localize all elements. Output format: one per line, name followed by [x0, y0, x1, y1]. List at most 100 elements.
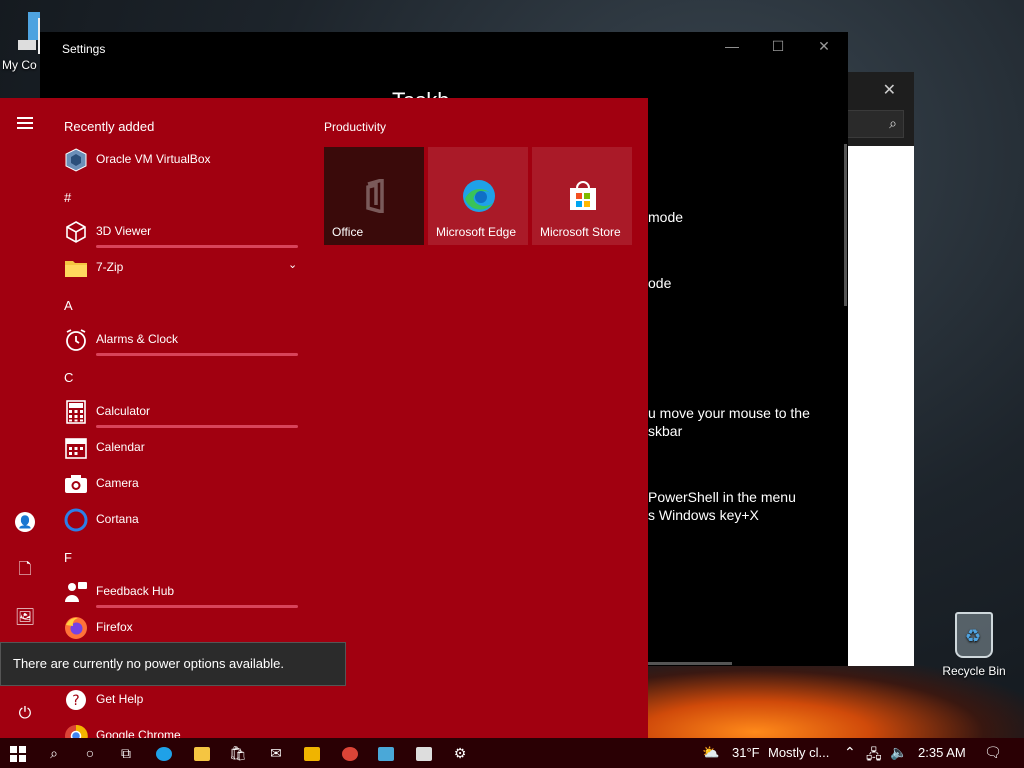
recycle-bin-icon: ♻: [955, 612, 993, 658]
tile-microsoft-store[interactable]: Microsoft Store: [532, 147, 632, 245]
cortana-circle-icon: ○: [85, 745, 95, 761]
maximize-button[interactable]: ☐: [758, 38, 798, 55]
chrome-icon: [342, 747, 358, 762]
taskbar-edge[interactable]: [146, 741, 182, 765]
taskbar-file-explorer[interactable]: [184, 741, 220, 765]
tile-group-heading[interactable]: Productivity: [324, 120, 386, 134]
taskbar-store[interactable]: 🛍: [220, 741, 256, 765]
taskbar-chrome[interactable]: [332, 741, 368, 765]
calculator-icon: [66, 400, 86, 424]
power-options-tooltip: There are currently no power options ava…: [0, 642, 346, 686]
close-icon[interactable]: ✕: [883, 80, 896, 100]
horizontal-scrollbar[interactable]: [648, 662, 732, 665]
cortana-button[interactable]: ○: [72, 741, 108, 765]
app-item-7-zip[interactable]: 7-Zip ⌄: [62, 250, 302, 286]
gear-icon: ⚙: [453, 745, 467, 761]
taskbar-settings[interactable]: ⚙: [442, 741, 478, 765]
app-item-calculator[interactable]: Calculator: [62, 394, 302, 430]
volume-icon[interactable]: 🔈: [890, 744, 907, 761]
section-letter[interactable]: F: [64, 550, 72, 565]
minimize-button[interactable]: —: [712, 38, 752, 54]
settings-text: u move your mouse to the skbar: [648, 405, 810, 439]
media-player-icon: [304, 747, 320, 762]
mail-icon: ✉: [270, 745, 282, 761]
new-app-indicator: [96, 245, 298, 248]
settings-text: PowerShell in the menu s Windows key+X: [648, 489, 796, 523]
calendar-icon: [65, 438, 87, 459]
clock[interactable]: 2:35 AM: [918, 745, 966, 760]
search-box[interactable]: ⌕: [840, 110, 904, 138]
help-icon: ?: [66, 690, 86, 710]
app-item-oracle-vm-virtualbox[interactable]: Oracle VM VirtualBox: [62, 142, 302, 178]
app-item-cortana[interactable]: Cortana: [62, 502, 302, 538]
window-icon: [416, 747, 432, 762]
app-item-firefox[interactable]: Firefox: [62, 610, 302, 646]
app-item-feedback-hub[interactable]: Feedback Hub: [62, 574, 302, 610]
recently-added-heading: Recently added: [64, 119, 155, 134]
taskbar-media-player[interactable]: [294, 741, 330, 765]
power-icon[interactable]: ⏻: [13, 702, 37, 726]
windows-logo-icon: [10, 746, 26, 763]
taskbar-mail[interactable]: ✉: [258, 741, 294, 765]
folder-icon: [65, 261, 87, 277]
window-title: Settings: [62, 42, 106, 56]
task-view-button[interactable]: ⧉: [108, 741, 144, 765]
weather-description[interactable]: Mostly cl...: [768, 745, 829, 760]
desktop-icon-label: My Co: [2, 58, 37, 72]
control-panel-icon: [378, 747, 394, 762]
search-button[interactable]: ⌕: [36, 741, 72, 765]
network-icon[interactable]: 🖧: [866, 744, 882, 768]
app-item-calendar[interactable]: Calendar: [62, 430, 302, 466]
office-icon: [366, 179, 384, 213]
app-item-google-chrome[interactable]: Google Chrome: [62, 718, 302, 738]
settings-text: ode: [648, 275, 672, 291]
settings-text: mode: [648, 209, 684, 225]
new-app-indicator: [96, 353, 298, 356]
chrome-icon: [65, 724, 88, 738]
section-letter[interactable]: #: [64, 190, 71, 205]
cortana-icon: [64, 508, 88, 532]
vertical-scrollbar[interactable]: [844, 144, 847, 306]
documents-icon[interactable]: 🗋: [13, 558, 37, 582]
cube-icon: [66, 221, 86, 243]
task-view-icon: ⧉: [121, 745, 131, 761]
computer-icon: [18, 12, 60, 54]
start-button[interactable]: [0, 741, 36, 765]
app-item-camera[interactable]: Camera: [62, 466, 302, 502]
user-account-icon[interactable]: 👤: [13, 510, 37, 534]
window-titlebar: Settings — ☐ ✕: [40, 32, 848, 66]
alarm-icon: [66, 329, 86, 351]
app-item-alarms-clock[interactable]: Alarms & Clock: [62, 322, 302, 358]
store-bag-icon: 🛍: [229, 745, 247, 761]
app-item-get-help[interactable]: ? Get Help: [62, 682, 302, 718]
desktop-icon-my-computer[interactable]: My Co: [0, 10, 60, 72]
pictures-icon[interactable]: 🖼: [13, 606, 37, 630]
chevron-down-icon[interactable]: ⌄: [288, 258, 297, 271]
firefox-icon: [65, 617, 87, 639]
hamburger-menu-icon[interactable]: [13, 114, 37, 138]
desktop-icon-label: Recycle Bin: [942, 664, 1006, 678]
app-item-3d-viewer[interactable]: 3D Viewer: [62, 214, 302, 250]
section-letter[interactable]: A: [64, 298, 73, 313]
chevron-up-icon[interactable]: ⌃: [844, 744, 856, 761]
new-app-indicator: [96, 425, 298, 428]
taskbar-control-panel[interactable]: [368, 741, 404, 765]
action-center-icon[interactable]: 🗨: [984, 744, 1002, 761]
desktop-icon-recycle-bin[interactable]: ♻ Recycle Bin: [938, 612, 1010, 678]
weather-cloud-icon[interactable]: ⛅: [702, 744, 719, 761]
section-letter[interactable]: C: [64, 370, 73, 385]
store-icon: [570, 181, 596, 210]
virtualbox-icon: [65, 148, 87, 172]
taskbar: ⌕ ○ ⧉ 🛍 ✉ ⚙ ⛅ 31°F Mostly cl... ⌃ 🖧 🔈 2:…: [0, 738, 1024, 768]
search-icon: ⌕: [50, 745, 58, 761]
tile-microsoft-edge[interactable]: Microsoft Edge: [428, 147, 528, 245]
camera-icon: [65, 475, 87, 493]
tile-office[interactable]: Office: [324, 147, 424, 245]
edge-icon: [156, 747, 172, 762]
svg-text:?: ?: [72, 693, 79, 709]
weather-temperature[interactable]: 31°F: [732, 745, 760, 760]
new-app-indicator: [96, 605, 298, 608]
taskbar-window[interactable]: [406, 741, 442, 765]
folder-icon: [194, 747, 210, 762]
close-button[interactable]: ✕: [804, 38, 844, 55]
